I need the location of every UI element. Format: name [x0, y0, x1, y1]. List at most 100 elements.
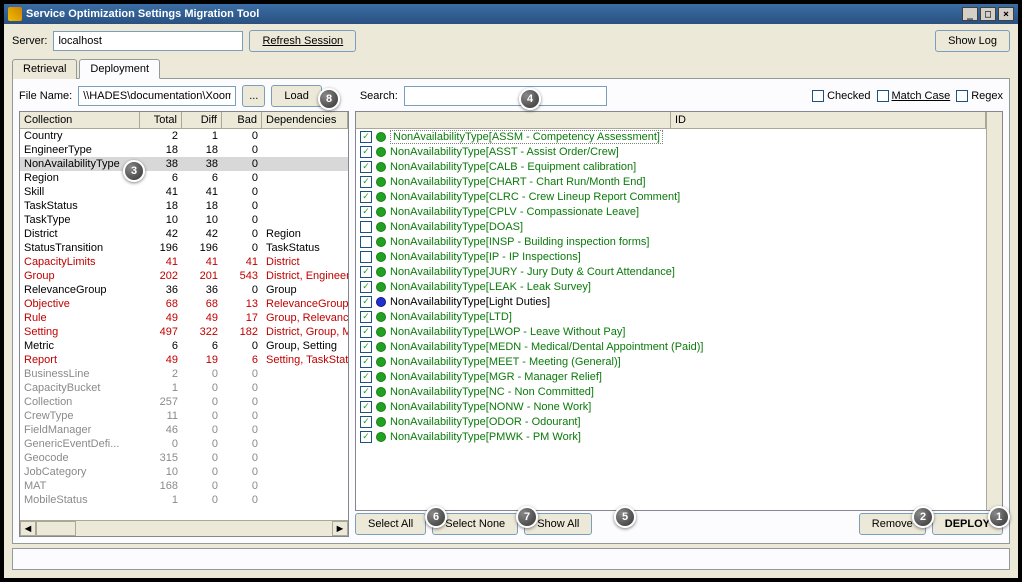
id-row[interactable]: ✓NonAvailabilityType[CALB - Equipment ca…: [356, 159, 986, 174]
id-vscroll[interactable]: [986, 112, 1002, 510]
callout-badge: 2: [912, 506, 934, 528]
status-dot-icon: [376, 402, 386, 412]
id-checkbox[interactable]: ✓: [360, 131, 372, 143]
collection-hscroll[interactable]: ◄►: [20, 520, 348, 536]
collection-row[interactable]: Report49196Setting, TaskStat: [20, 353, 348, 367]
status-dot-icon: [376, 282, 386, 292]
id-row[interactable]: ✓NonAvailabilityType[PMWK - PM Work]: [356, 429, 986, 444]
collection-row[interactable]: GenericEventDefi...000: [20, 437, 348, 451]
refresh-session-button[interactable]: Refresh Session: [249, 30, 356, 52]
id-checkbox[interactable]: ✓: [360, 326, 372, 338]
callout-badge: 6: [425, 506, 447, 528]
collection-row[interactable]: CapacityBucket100: [20, 381, 348, 395]
id-row[interactable]: ✓NonAvailabilityType[NC - Non Committed]: [356, 384, 986, 399]
collection-row[interactable]: FieldManager4600: [20, 423, 348, 437]
server-input[interactable]: [53, 31, 243, 51]
id-row[interactable]: ✓NonAvailabilityType[MGR - Manager Relie…: [356, 369, 986, 384]
tab-retrieval[interactable]: Retrieval: [12, 59, 77, 79]
id-checkbox[interactable]: ✓: [360, 416, 372, 428]
collection-row[interactable]: District42420Region: [20, 227, 348, 241]
id-checkbox[interactable]: ✓: [360, 341, 372, 353]
status-dot-icon: [376, 387, 386, 397]
collection-row[interactable]: Setting497322182District, Group, M: [20, 325, 348, 339]
id-checkbox[interactable]: ✓: [360, 431, 372, 443]
id-row[interactable]: ✓NonAvailabilityType[NONW - None Work]: [356, 399, 986, 414]
id-checkbox[interactable]: ✓: [360, 206, 372, 218]
collection-row[interactable]: TaskStatus18180: [20, 199, 348, 213]
status-dot-icon: [376, 207, 386, 217]
id-row[interactable]: ✓NonAvailabilityType[LEAK - Leak Survey]: [356, 279, 986, 294]
browse-button[interactable]: ...: [242, 85, 265, 107]
id-row[interactable]: ✓NonAvailabilityType[MEDN - Medical/Dent…: [356, 339, 986, 354]
id-row[interactable]: NonAvailabilityType[DOAS]: [356, 219, 986, 234]
id-row[interactable]: ✓ NonAvailabilityType[CHART - Chart Run/M…: [356, 174, 986, 189]
collection-row[interactable]: Region660: [20, 171, 348, 185]
id-checkbox[interactable]: ✓: [360, 401, 372, 413]
maximize-button[interactable]: □: [980, 7, 996, 21]
id-row[interactable]: ✓NonAvailabilityType[ASST - Assist Order…: [356, 144, 986, 159]
load-button[interactable]: Load: [271, 85, 321, 107]
collection-row[interactable]: Objective686813RelevanceGroup: [20, 297, 348, 311]
id-grid[interactable]: ✓NonAvailabilityType[ASSM - Competency A…: [356, 129, 986, 510]
collection-row[interactable]: TaskType10100: [20, 213, 348, 227]
filename-input[interactable]: [78, 86, 236, 106]
id-row[interactable]: NonAvailabilityType[INSP - Building insp…: [356, 234, 986, 249]
matchcase-checkbox[interactable]: Match Case: [877, 90, 951, 102]
id-checkbox[interactable]: [360, 221, 372, 233]
collection-row[interactable]: JobCategory1000: [20, 465, 348, 479]
status-dot-icon: [376, 147, 386, 157]
collection-row[interactable]: Country210: [20, 129, 348, 143]
id-row[interactable]: ✓ NonAvailabilityType[JURY - Jury Duty & …: [356, 264, 986, 279]
id-row[interactable]: ✓NonAvailabilityType[LTD]: [356, 309, 986, 324]
id-checkbox[interactable]: ✓: [360, 356, 372, 368]
id-checkbox[interactable]: ✓: [360, 296, 372, 308]
tab-deployment[interactable]: Deployment: [79, 59, 160, 79]
collection-row[interactable]: BusinessLine200: [20, 367, 348, 381]
collection-row[interactable]: StatusTransition1961960TaskStatus: [20, 241, 348, 255]
show-log-button[interactable]: Show Log: [935, 30, 1010, 52]
close-button[interactable]: ×: [998, 7, 1014, 21]
id-checkbox[interactable]: ✓: [360, 146, 372, 158]
id-label: NonAvailabilityType[CHART - Chart Run/Mo…: [390, 176, 646, 188]
collection-row[interactable]: MAT16800: [20, 479, 348, 493]
id-row[interactable]: ✓NonAvailabilityType[ASSM - Competency A…: [356, 129, 986, 144]
collection-row[interactable]: NonAvailabilityType38380: [20, 157, 348, 171]
id-checkbox[interactable]: ✓: [360, 281, 372, 293]
id-checkbox[interactable]: ✓: [360, 176, 372, 188]
minimize-button[interactable]: _: [962, 7, 978, 21]
collection-row[interactable]: EngineerType18180: [20, 143, 348, 157]
id-row[interactable]: ✓NonAvailabilityType[MEET - Meeting (Gen…: [356, 354, 986, 369]
id-checkbox[interactable]: [360, 236, 372, 248]
status-dot-icon: [376, 357, 386, 367]
search-input[interactable]: [404, 86, 607, 106]
id-row[interactable]: ✓NonAvailabilityType[Light Duties]: [356, 294, 986, 309]
collection-row[interactable]: Group202201543District, EngineerT: [20, 269, 348, 283]
collection-row[interactable]: Rule494917Group, Relevance: [20, 311, 348, 325]
id-row[interactable]: ✓NonAvailabilityType[ODOR - Odourant]: [356, 414, 986, 429]
id-checkbox[interactable]: ✓: [360, 371, 372, 383]
id-checkbox[interactable]: ✓: [360, 161, 372, 173]
collection-grid[interactable]: Country210EngineerType18180NonAvailabili…: [20, 129, 348, 520]
collection-row[interactable]: Collection25700: [20, 395, 348, 409]
id-checkbox[interactable]: ✓: [360, 311, 372, 323]
collection-row[interactable]: Metric660Group, Setting: [20, 339, 348, 353]
id-checkbox[interactable]: [360, 251, 372, 263]
id-checkbox[interactable]: ✓: [360, 191, 372, 203]
search-label: Search:: [360, 90, 398, 102]
collection-row[interactable]: CrewType1100: [20, 409, 348, 423]
id-label: NonAvailabilityType[JURY - Jury Duty & C…: [390, 266, 675, 278]
collection-row[interactable]: Skill41410: [20, 185, 348, 199]
id-checkbox[interactable]: ✓: [360, 386, 372, 398]
checked-checkbox[interactable]: Checked: [812, 90, 870, 102]
id-row[interactable]: ✓NonAvailabilityType[CPLV - Compassionat…: [356, 204, 986, 219]
id-row[interactable]: NonAvailabilityType[IP - IP Inspections]: [356, 249, 986, 264]
id-checkbox[interactable]: ✓: [360, 266, 372, 278]
regex-checkbox[interactable]: Regex: [956, 90, 1003, 102]
select-all-button[interactable]: Select All: [355, 513, 426, 535]
collection-row[interactable]: Geocode31500: [20, 451, 348, 465]
collection-row[interactable]: CapacityLimits414141District: [20, 255, 348, 269]
collection-row[interactable]: RelevanceGroup36360Group: [20, 283, 348, 297]
id-row[interactable]: ✓NonAvailabilityType[LWOP - Leave Withou…: [356, 324, 986, 339]
id-row[interactable]: ✓NonAvailabilityType[CLRC - Crew Lineup …: [356, 189, 986, 204]
collection-row[interactable]: MobileStatus100: [20, 493, 348, 507]
